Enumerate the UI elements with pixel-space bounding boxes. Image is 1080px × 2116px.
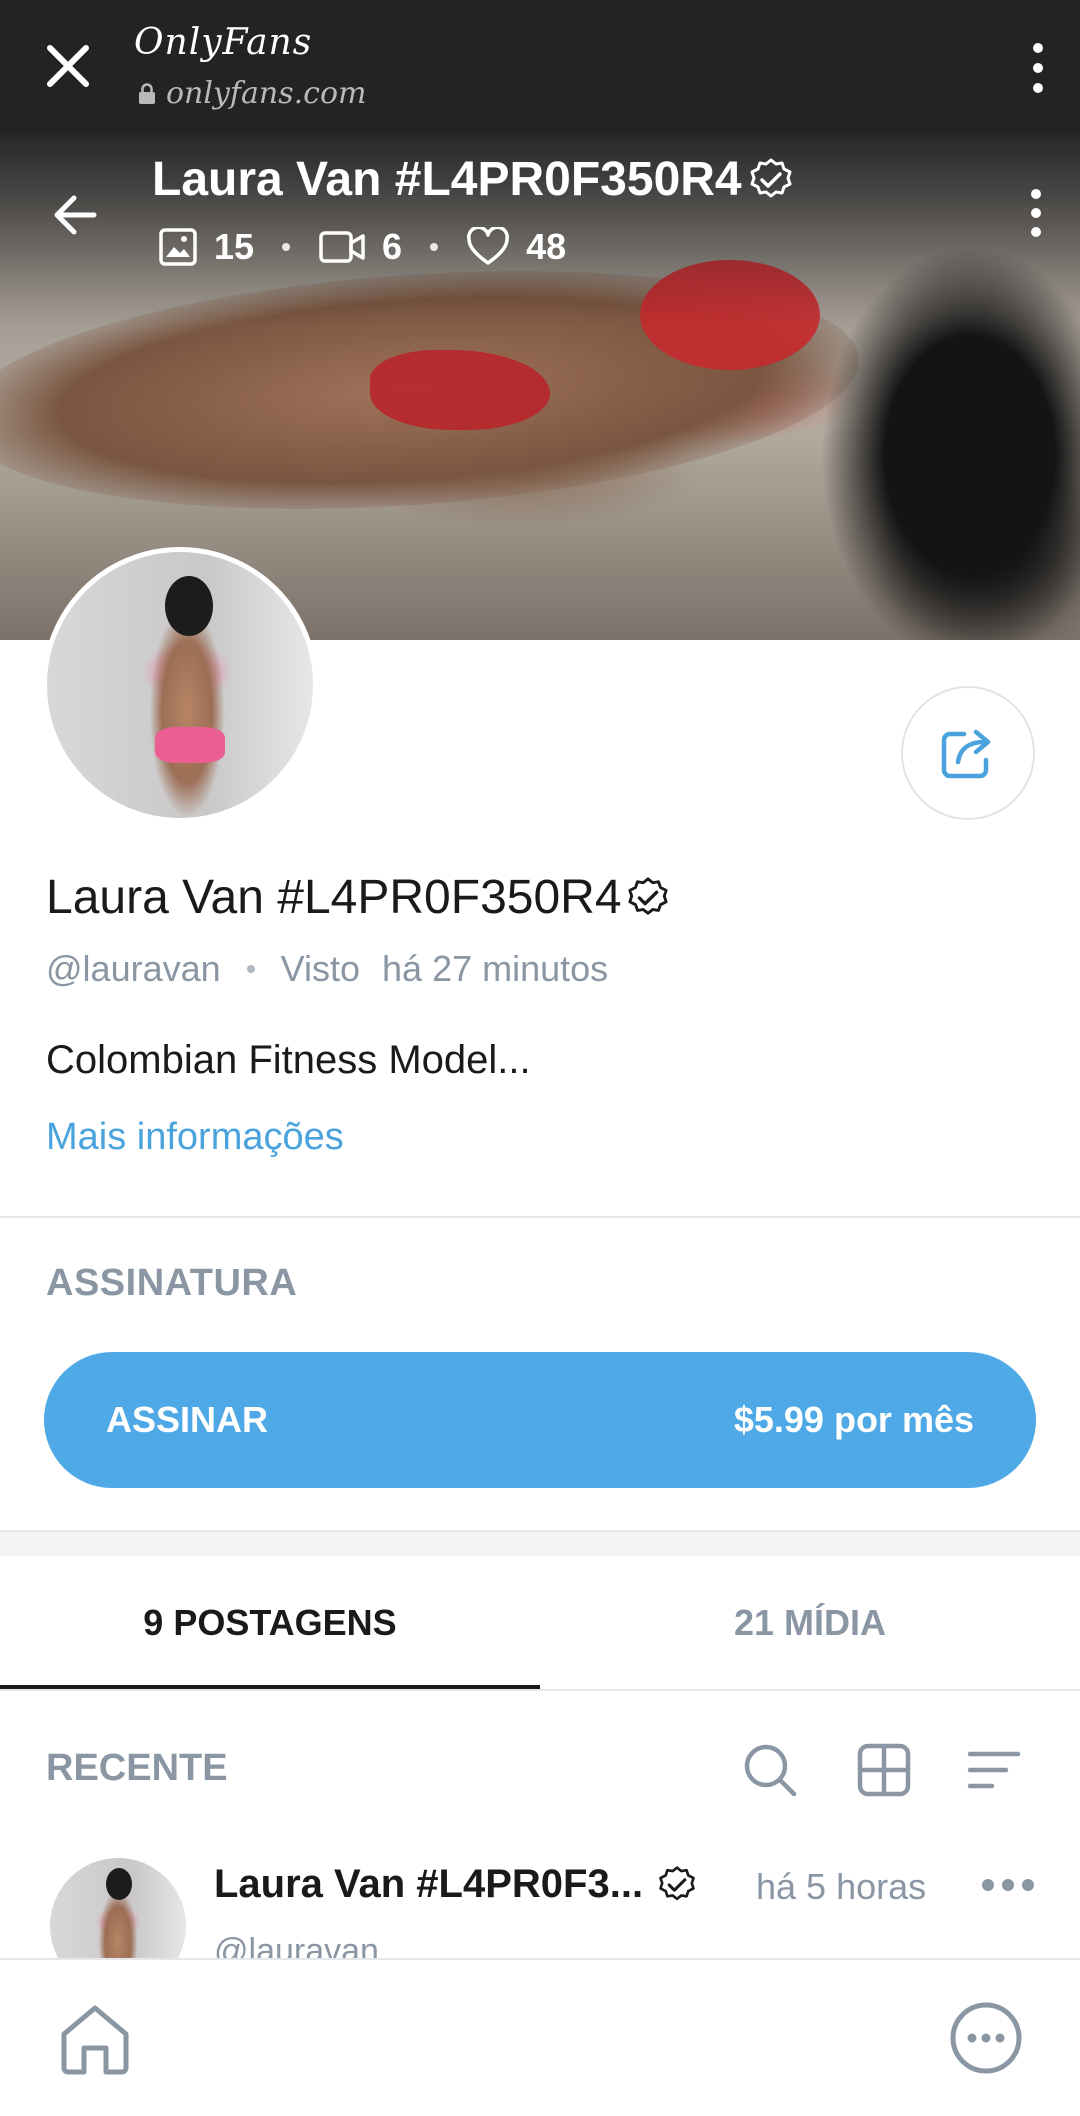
- videos-stat: 6: [318, 226, 402, 268]
- tab-media[interactable]: 21 MÍDIA: [540, 1556, 1080, 1690]
- cover-profile-name: Laura Van #L4PR0F350R4: [152, 152, 794, 207]
- heart-icon: [467, 227, 510, 265]
- last-seen-label: Visto: [280, 948, 361, 989]
- sort-icon[interactable]: [966, 1742, 1022, 1798]
- bottom-navigation: [0, 1958, 1080, 2116]
- recent-section-title: RECENTE: [46, 1747, 228, 1789]
- video-icon: [319, 231, 365, 263]
- post-author[interactable]: Laura Van #L4PR0F3...: [214, 1862, 697, 1907]
- verified-icon: [659, 1865, 695, 1900]
- image-icon: [159, 228, 197, 266]
- arrow-left-icon[interactable]: [50, 190, 100, 240]
- subscription-section-title: ASSINATURA: [46, 1262, 298, 1304]
- likes-stat: 48: [466, 226, 566, 268]
- post-author-name: Laura Van #L4PR0F3...: [214, 1862, 644, 1906]
- more-info-link[interactable]: Mais informações: [46, 1116, 344, 1159]
- profile-meta: @lauravan Visto há 27 minutos: [46, 948, 608, 990]
- cover-kebab-menu-icon[interactable]: [1026, 188, 1046, 238]
- subscribe-button-label: ASSINAR: [106, 1399, 269, 1440]
- videos-count: 6: [382, 226, 403, 267]
- cover-name-text: Laura Van #L4PR0F350R4: [152, 153, 742, 206]
- grid-icon[interactable]: [856, 1742, 912, 1798]
- likes-count: 48: [526, 226, 567, 267]
- last-seen-time: há 27 minutos: [382, 948, 609, 989]
- post-time: há 5 horas: [756, 1866, 927, 1907]
- divider: [0, 1216, 1080, 1218]
- profile-name-text: Laura Van #L4PR0F350R4: [46, 871, 622, 924]
- tab-posts[interactable]: 9 POSTAGENS: [0, 1556, 540, 1690]
- browser-url[interactable]: onlyfans.com: [138, 76, 366, 111]
- lock-icon: [139, 82, 155, 104]
- tab-posts-label: 9 POSTAGENS: [143, 1602, 397, 1643]
- share-button[interactable]: [901, 686, 1035, 820]
- profile-avatar[interactable]: [42, 547, 318, 823]
- more-circle-icon[interactable]: [948, 2000, 1024, 2076]
- browser-page-title: OnlyFans: [134, 22, 313, 63]
- home-icon[interactable]: [56, 2000, 134, 2078]
- section-separator: [0, 1530, 1080, 1556]
- post-more-icon[interactable]: [980, 1870, 1036, 1900]
- subscribe-button[interactable]: ASSINAR $5.99 por mês: [44, 1352, 1036, 1488]
- subscribe-price: $5.99 por mês: [733, 1399, 974, 1440]
- cover-stats: 15 6 48: [158, 226, 566, 268]
- photos-count: 15: [214, 226, 255, 267]
- search-icon[interactable]: [742, 1742, 798, 1798]
- profile-bio: Colombian Fitness Model...: [46, 1038, 531, 1082]
- tab-media-label: 21 MÍDIA: [733, 1602, 887, 1643]
- share-icon: [941, 729, 991, 779]
- profile-tabs: 9 POSTAGENS 21 MÍDIA: [0, 1556, 1080, 1690]
- verified-icon: [750, 158, 792, 197]
- close-icon[interactable]: [40, 38, 96, 94]
- browser-kebab-menu-icon[interactable]: [1026, 40, 1050, 96]
- profile-handle: @lauravan: [46, 948, 221, 989]
- photos-stat: 15: [158, 226, 254, 268]
- tabs-divider: [0, 1689, 1080, 1691]
- verified-icon: [627, 876, 668, 915]
- profile-name: Laura Van #L4PR0F350R4: [46, 870, 670, 925]
- browser-url-text: onlyfans.com: [166, 76, 367, 111]
- browser-toolbar: OnlyFans onlyfans.com: [0, 0, 1080, 135]
